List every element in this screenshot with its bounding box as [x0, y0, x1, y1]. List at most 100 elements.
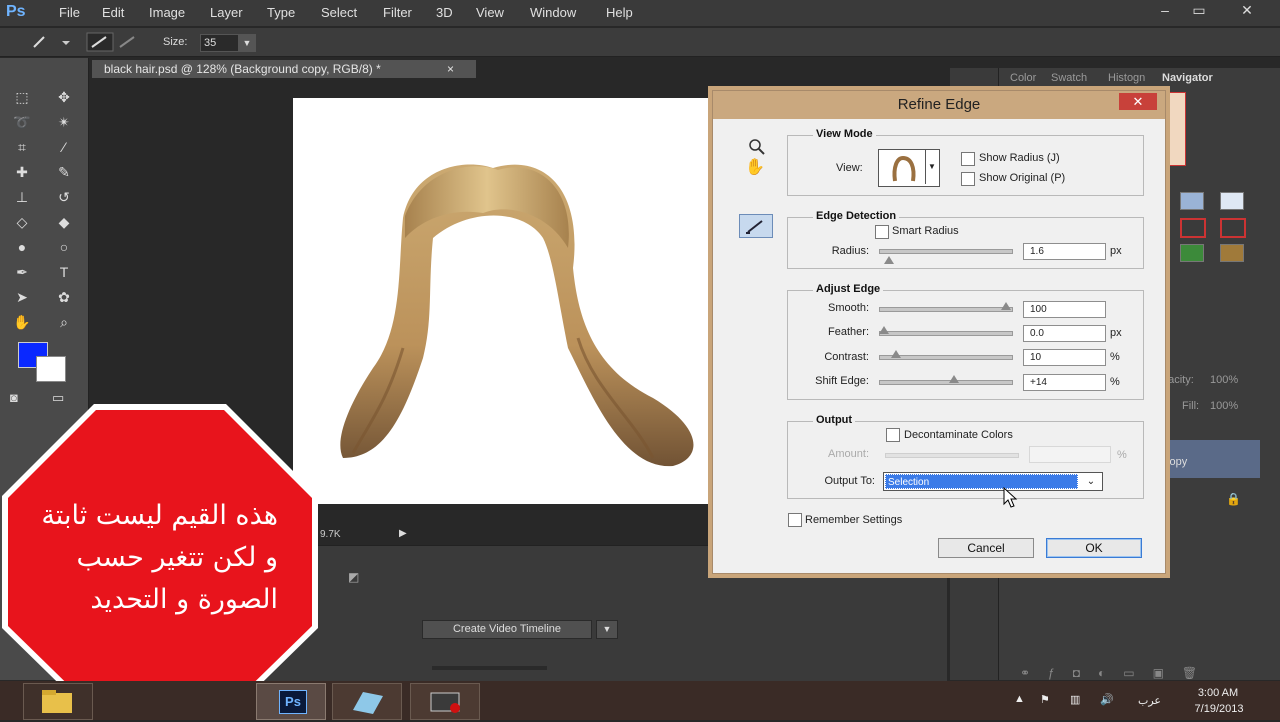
timeline-scroll[interactable] — [432, 666, 547, 670]
action-center-icon[interactable]: ⚑ — [1040, 693, 1050, 706]
menu-type[interactable]: Type — [267, 5, 295, 20]
document-tab-close-icon[interactable]: × — [447, 60, 454, 78]
clock-time[interactable]: 3:00 AM — [1190, 687, 1246, 699]
shift-edge-slider-thumb[interactable] — [948, 375, 959, 383]
layer-row-selected[interactable]: copy — [1160, 440, 1260, 478]
document-tab[interactable]: black hair.psd @ 128% (Background copy, … — [92, 60, 476, 78]
menu-select[interactable]: Select — [321, 5, 357, 20]
menu-file[interactable]: File — [59, 5, 80, 20]
menu-edit[interactable]: Edit — [102, 5, 124, 20]
recorder-task-icon[interactable] — [410, 683, 480, 720]
crop-tool-icon[interactable]: ⌗ — [10, 136, 34, 158]
zoom-tool-icon[interactable] — [747, 137, 767, 155]
menu-image[interactable]: Image — [149, 5, 185, 20]
dialog-close-button[interactable]: ✕ — [1119, 93, 1157, 110]
history-brush-icon[interactable]: ↺ — [52, 186, 76, 208]
brush-tool-icon[interactable]: ✎ — [52, 161, 76, 183]
output-to-select[interactable]: Selection ⌄ — [883, 472, 1103, 491]
show-radius-checkbox[interactable] — [961, 152, 975, 166]
maximize-button[interactable]: ▭ — [1186, 2, 1212, 20]
refine-radius-tool-icon[interactable] — [739, 214, 773, 238]
style-swatch-icon[interactable] — [1220, 244, 1244, 262]
smart-radius-checkbox[interactable] — [875, 225, 889, 239]
pen-tool-icon[interactable]: ✒ — [10, 261, 34, 283]
volume-icon[interactable]: 🔊 — [1100, 693, 1114, 706]
blur-tool-icon[interactable]: ● — [10, 236, 34, 258]
size-input[interactable]: 35 — [200, 34, 241, 52]
type-tool-icon[interactable]: T — [52, 261, 76, 283]
hand-tool-icon[interactable]: ✋ — [745, 157, 765, 177]
menu-help[interactable]: Help — [606, 5, 633, 20]
radius-slider-thumb[interactable] — [883, 256, 894, 264]
size-dropdown-icon[interactable]: ▼ — [238, 34, 256, 52]
marquee-tool-icon[interactable]: ⬚ — [10, 86, 34, 108]
contrast-input[interactable]: 10 — [1023, 349, 1106, 366]
clone-stamp-icon[interactable]: ⊥ — [10, 186, 34, 208]
tab-color[interactable]: Color — [1010, 72, 1036, 84]
layers-fill-value[interactable]: 100% — [1210, 400, 1238, 412]
shift-edge-slider[interactable] — [879, 380, 1013, 385]
smooth-slider-thumb[interactable] — [1001, 302, 1011, 310]
style-swatch-icon[interactable] — [1180, 192, 1204, 210]
style-swatch-icon[interactable] — [1220, 218, 1246, 238]
feather-slider[interactable] — [879, 331, 1013, 336]
timeline-dropdown-icon[interactable]: ▼ — [596, 620, 618, 639]
feather-input[interactable]: 0.0 — [1023, 325, 1106, 342]
tab-swatches[interactable]: Swatch — [1051, 72, 1087, 84]
network-icon[interactable]: ▥ — [1070, 693, 1080, 706]
menu-filter[interactable]: Filter — [383, 5, 412, 20]
photoshop-task-icon[interactable]: Ps — [256, 683, 326, 720]
lasso-tool-icon[interactable]: ➰ — [10, 111, 34, 133]
refine-radius-tool-icon[interactable] — [86, 32, 140, 52]
radius-input[interactable]: 1.6 — [1023, 243, 1106, 260]
create-video-timeline-button[interactable]: Create Video Timeline — [422, 620, 592, 639]
feather-slider-thumb[interactable] — [879, 326, 889, 334]
menu-3d[interactable]: 3D — [436, 5, 453, 20]
radius-slider[interactable] — [879, 249, 1013, 254]
smooth-input[interactable]: 100 — [1023, 301, 1106, 318]
custom-shape-icon[interactable]: ✿ — [52, 286, 76, 308]
smooth-slider[interactable] — [879, 307, 1013, 312]
show-original-checkbox[interactable] — [961, 172, 975, 186]
layers-opacity-value[interactable]: 100% — [1210, 374, 1238, 386]
dodge-tool-icon[interactable]: ○ — [52, 236, 76, 258]
clock-date[interactable]: 7/19/2013 — [1186, 703, 1252, 715]
style-swatch-icon[interactable] — [1220, 192, 1244, 210]
tab-navigator[interactable]: Navigator — [1162, 72, 1213, 84]
tray-expand-icon[interactable]: ▲ — [1014, 693, 1025, 705]
decontaminate-colors-checkbox[interactable] — [886, 428, 900, 442]
cancel-button[interactable]: Cancel — [938, 538, 1034, 558]
menu-window[interactable]: Window — [530, 5, 576, 20]
ok-button[interactable]: OK — [1046, 538, 1142, 558]
move-tool-icon[interactable]: ✥ — [52, 86, 76, 108]
eyedropper-icon[interactable]: ⁄ — [52, 136, 76, 158]
explorer-task-icon[interactable] — [23, 683, 93, 720]
path-selection-icon[interactable]: ➤ — [10, 286, 34, 308]
tab-histogram[interactable]: Histogn — [1108, 72, 1145, 84]
zoom-tool-icon[interactable]: ⌕ — [52, 311, 76, 333]
minimize-button[interactable]: – — [1152, 2, 1178, 20]
paint-bucket-icon[interactable]: ◆ — [52, 211, 76, 233]
style-swatch-icon[interactable] — [1180, 218, 1206, 238]
status-menu-arrow-icon[interactable]: ▶ — [399, 528, 407, 539]
style-swatch-icon[interactable] — [1180, 244, 1204, 262]
render-video-icon[interactable]: ◩ — [348, 570, 366, 584]
brush-preset-icon[interactable] — [30, 33, 70, 51]
hand-tool-icon[interactable]: ✋ — [10, 311, 34, 333]
remember-settings-checkbox[interactable] — [788, 513, 802, 527]
layers-footer-icons[interactable]: ⚭ƒ◘◐▭▣🗑 — [1020, 666, 1270, 680]
menu-view[interactable]: View — [476, 5, 504, 20]
output-to-arrow-icon[interactable]: ⌄ — [1082, 473, 1100, 490]
close-button[interactable]: ✕ — [1234, 2, 1260, 20]
app-task-icon[interactable] — [332, 683, 402, 720]
healing-brush-icon[interactable]: ✚ — [10, 161, 34, 183]
language-indicator[interactable]: عرب — [1138, 694, 1161, 707]
magic-wand-icon[interactable]: ✴ — [52, 111, 76, 133]
shift-edge-input[interactable]: +14 — [1023, 374, 1106, 391]
eraser-tool-icon[interactable]: ◇ — [10, 211, 34, 233]
contrast-slider-thumb[interactable] — [891, 350, 902, 358]
document-canvas[interactable] — [293, 98, 713, 504]
view-dropdown[interactable]: ▼ — [878, 149, 940, 187]
background-color-swatch[interactable] — [36, 356, 66, 382]
view-dropdown-arrow-icon[interactable]: ▼ — [925, 150, 938, 184]
